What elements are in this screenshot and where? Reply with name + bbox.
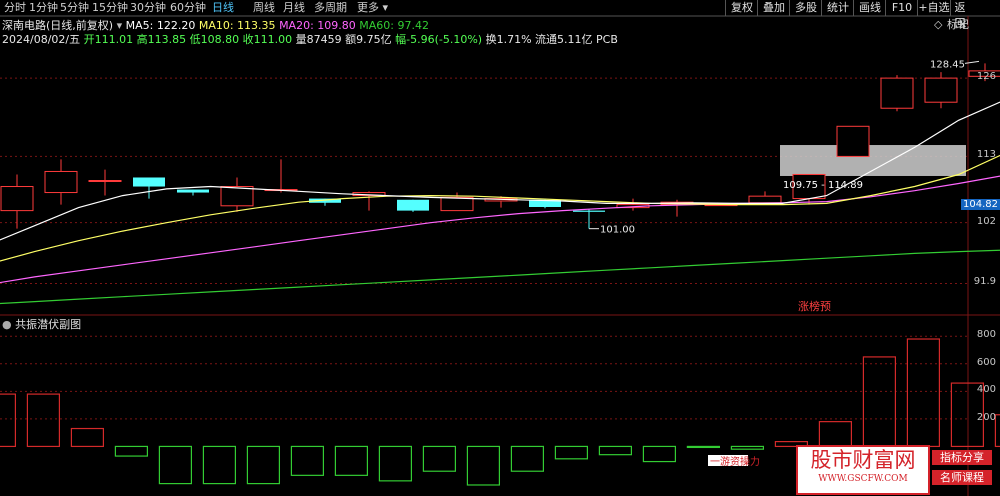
sub-bar-1: [26, 393, 60, 448]
kline-chart[interactable]: 128.45 101.00 109.75 - 114.89 涨榜预: [0, 0, 1000, 496]
sub-bar-11: [466, 445, 500, 486]
resistance-zone: [780, 145, 966, 176]
candle-body-13: [573, 210, 605, 212]
sub-bar-3: [114, 445, 149, 457]
sub-bar-23: [994, 414, 1000, 448]
sub-bar-20: [862, 356, 897, 448]
sub-bar-17: [730, 445, 765, 450]
candle-body-2: [88, 180, 122, 182]
candle-body-19: [836, 125, 870, 157]
candle-body-20: [880, 77, 914, 109]
sub-bar-0: [0, 393, 16, 448]
legend-text: 一游资操力: [710, 457, 760, 468]
watermark-url: WWW.GSCFW.COM: [818, 474, 908, 484]
collapse-icon[interactable]: ●: [2, 318, 12, 331]
sub-bar-5: [202, 445, 236, 485]
watermark-logo: 股市财富网 WWW.GSCFW.COM: [796, 445, 930, 495]
candle-body-0: [0, 186, 34, 212]
sub-bar-16: [686, 445, 721, 449]
sub-bar-9: [378, 445, 412, 482]
candle-body-4: [177, 189, 209, 193]
sub-panel-header: ● 共振潜伏副图: [2, 318, 81, 331]
candle-body-3: [133, 177, 165, 187]
sub-bar-8: [334, 445, 368, 476]
sub-bar-2: [70, 427, 105, 448]
sub-panel-title[interactable]: 共振潜伏副图: [15, 318, 81, 331]
candle-body-1: [44, 170, 78, 194]
candle-body-9: [397, 199, 429, 211]
sub-bar-15: [642, 445, 677, 463]
sub-bar-7: [290, 445, 324, 476]
limit-tag: 涨榜预: [798, 299, 831, 313]
sub-bar-13: [554, 445, 589, 460]
watermark-title: 股市财富网: [810, 448, 916, 472]
candle-body-5: [220, 186, 254, 207]
sub-axis-label-0: 800: [976, 329, 996, 341]
sub-bar-21: [906, 338, 941, 448]
low-price-mark: 101.00: [600, 225, 635, 236]
ma60-line: [0, 249, 1000, 305]
price-axis-label-1: 113: [976, 149, 996, 161]
watermark-tag-share: 指标分享: [932, 450, 992, 465]
price-axis-label-3: 102: [976, 215, 996, 227]
watermark-tag-course: 名师课程: [932, 470, 992, 485]
sub-axis-label-3: 200: [976, 411, 996, 423]
price-axis-label-0: 126: [976, 71, 996, 83]
sub-axis-label-2: 400: [976, 384, 996, 396]
candle-body-10: [440, 196, 474, 212]
sub-bar-12: [510, 445, 544, 472]
sub-bar-14: [598, 445, 633, 456]
high-mark-arrow: [964, 60, 980, 64]
sub-bar-6: [246, 445, 280, 485]
sub-bar-4: [158, 445, 192, 485]
candle-body-21: [924, 77, 958, 103]
high-price-mark: 128.45: [930, 59, 965, 70]
settings-label[interactable]: 标记: [947, 18, 969, 32]
candle-body-17: [748, 195, 782, 204]
price-axis-label-2: 104.82: [961, 198, 1000, 210]
sub-bar-10: [422, 445, 456, 472]
sub-axis-label-1: 600: [976, 356, 996, 368]
price-axis-label-4: 91.9: [973, 276, 996, 288]
zone-range-label: 109.75 - 114.89: [783, 180, 863, 191]
sub-bar-19: [818, 421, 853, 448]
